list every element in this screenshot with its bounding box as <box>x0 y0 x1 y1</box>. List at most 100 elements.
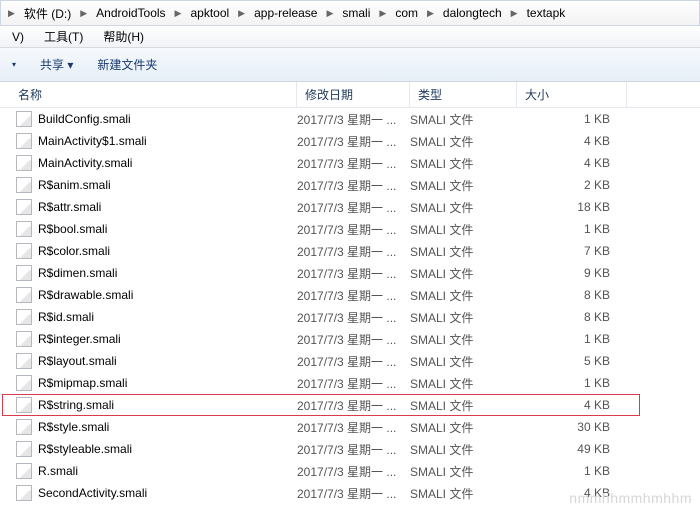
table-row[interactable]: R.smali2017/7/3 星期一 ...SMALI 文件1 KB <box>0 460 700 482</box>
chevron-right-icon[interactable]: ▶ <box>376 8 389 19</box>
table-row[interactable]: R$style.smali2017/7/3 星期一 ...SMALI 文件30 … <box>0 416 700 438</box>
file-type: SMALI 文件 <box>410 353 517 370</box>
column-date[interactable]: 修改日期 <box>297 82 410 107</box>
organize-dropdown[interactable]: ▾ <box>6 56 22 73</box>
file-size: 8 KB <box>517 288 620 302</box>
file-name: R$bool.smali <box>38 222 107 236</box>
table-row[interactable]: R$anim.smali2017/7/3 星期一 ...SMALI 文件2 KB <box>0 174 700 196</box>
new-folder-button[interactable]: 新建文件夹 <box>91 52 163 77</box>
file-type: SMALI 文件 <box>410 243 517 260</box>
table-row[interactable]: R$id.smali2017/7/3 星期一 ...SMALI 文件8 KB <box>0 306 700 328</box>
menu-tools[interactable]: 工具(T) <box>34 26 93 47</box>
table-row[interactable]: R$drawable.smali2017/7/3 星期一 ...SMALI 文件… <box>0 284 700 306</box>
chevron-right-icon[interactable]: ▶ <box>172 8 185 19</box>
file-type: SMALI 文件 <box>410 155 517 172</box>
new-folder-label: 新建文件夹 <box>97 56 157 73</box>
chevron-right-icon[interactable]: ▶ <box>508 8 521 19</box>
file-date: 2017/7/3 星期一 ... <box>297 133 410 150</box>
file-size: 1 KB <box>517 464 620 478</box>
table-row[interactable]: R$string.smali2017/7/3 星期一 ...SMALI 文件4 … <box>0 394 700 416</box>
breadcrumb-segment[interactable]: app-release <box>250 1 321 25</box>
breadcrumb-segment[interactable]: com <box>391 1 422 25</box>
breadcrumb-segment[interactable]: AndroidTools <box>92 1 169 25</box>
breadcrumb-segment[interactable]: smali <box>338 1 374 25</box>
file-date: 2017/7/3 星期一 ... <box>297 265 410 282</box>
file-type: SMALI 文件 <box>410 221 517 238</box>
table-row[interactable]: R$integer.smali2017/7/3 星期一 ...SMALI 文件1… <box>0 328 700 350</box>
table-row[interactable]: R$bool.smali2017/7/3 星期一 ...SMALI 文件1 KB <box>0 218 700 240</box>
file-date: 2017/7/3 星期一 ... <box>297 331 410 348</box>
file-icon <box>16 155 32 171</box>
file-icon <box>16 353 32 369</box>
table-row[interactable]: R$layout.smali2017/7/3 星期一 ...SMALI 文件5 … <box>0 350 700 372</box>
chevron-right-icon[interactable]: ▶ <box>77 8 90 19</box>
column-name[interactable]: 名称 <box>0 82 297 107</box>
file-name: R$id.smali <box>38 310 94 324</box>
table-row[interactable]: MainActivity$1.smali2017/7/3 星期一 ...SMAL… <box>0 130 700 152</box>
file-icon <box>16 265 32 281</box>
chevron-down-icon: ▾ <box>12 60 16 69</box>
file-size: 8 KB <box>517 310 620 324</box>
chevron-right-icon[interactable]: ▶ <box>235 8 248 19</box>
menu-help[interactable]: 帮助(H) <box>93 26 154 47</box>
file-name: BuildConfig.smali <box>38 112 131 126</box>
menu-view[interactable]: V) <box>2 28 34 46</box>
file-icon <box>16 111 32 127</box>
file-type: SMALI 文件 <box>410 199 517 216</box>
file-type: SMALI 文件 <box>410 441 517 458</box>
file-icon <box>16 133 32 149</box>
breadcrumb-segment[interactable]: 软件 (D:) <box>20 1 75 25</box>
chevron-right-icon[interactable]: ▶ <box>424 8 437 19</box>
file-name: R$anim.smali <box>38 178 111 192</box>
file-type: SMALI 文件 <box>410 463 517 480</box>
file-size: 49 KB <box>517 442 620 456</box>
file-icon <box>16 419 32 435</box>
file-name: R$mipmap.smali <box>38 376 127 390</box>
file-name: R$attr.smali <box>38 200 101 214</box>
table-row[interactable]: R$mipmap.smali2017/7/3 星期一 ...SMALI 文件1 … <box>0 372 700 394</box>
file-name: R$drawable.smali <box>38 288 133 302</box>
file-list[interactable]: BuildConfig.smali2017/7/3 星期一 ...SMALI 文… <box>0 108 700 514</box>
file-type: SMALI 文件 <box>410 111 517 128</box>
file-date: 2017/7/3 星期一 ... <box>297 463 410 480</box>
file-name: MainActivity.smali <box>38 156 132 170</box>
file-size: 1 KB <box>517 376 620 390</box>
file-icon <box>16 287 32 303</box>
table-row[interactable]: BuildConfig.smali 2017/7/3 星期一 ...SMALI 文… <box>0 108 700 130</box>
file-size: 18 KB <box>517 200 620 214</box>
file-name: SecondActivity.smali <box>38 486 147 500</box>
file-size: 4 KB <box>517 486 620 500</box>
table-row[interactable]: R$dimen.smali2017/7/3 星期一 ...SMALI 文件9 K… <box>0 262 700 284</box>
file-name: R$styleable.smali <box>38 442 132 456</box>
file-size: 5 KB <box>517 354 620 368</box>
share-button[interactable]: 共享 ▾ <box>34 52 79 77</box>
column-size[interactable]: 大小 <box>517 82 627 107</box>
file-date: 2017/7/3 星期一 ... <box>297 243 410 260</box>
file-type: SMALI 文件 <box>410 331 517 348</box>
chevron-right-icon[interactable]: ▶ <box>323 8 336 19</box>
file-icon <box>16 199 32 215</box>
file-name: MainActivity$1.smali <box>38 134 147 148</box>
file-type: SMALI 文件 <box>410 375 517 392</box>
share-label: 共享 ▾ <box>40 56 73 73</box>
file-date: 2017/7/3 星期一 ... <box>297 199 410 216</box>
table-row[interactable]: R$attr.smali 2017/7/3 星期一 ...SMALI 文件18 K… <box>0 196 700 218</box>
chevron-right-icon[interactable]: ▶ <box>5 8 18 19</box>
file-icon <box>16 485 32 501</box>
breadcrumb-segment[interactable]: dalongtech <box>439 1 506 25</box>
breadcrumb-segment[interactable]: apktool <box>186 1 233 25</box>
breadcrumb-segment[interactable]: textapk <box>523 1 570 25</box>
file-size: 1 KB <box>517 222 620 236</box>
column-type[interactable]: 类型 <box>410 82 517 107</box>
file-date: 2017/7/3 星期一 ... <box>297 397 410 414</box>
file-icon <box>16 177 32 193</box>
file-name: R$color.smali <box>38 244 110 258</box>
file-name: R$dimen.smali <box>38 266 117 280</box>
breadcrumb[interactable]: ▶软件 (D:)▶AndroidTools▶apktool▶app-releas… <box>0 0 700 26</box>
table-row[interactable]: R$color.smali2017/7/3 星期一 ...SMALI 文件7 K… <box>0 240 700 262</box>
table-row[interactable]: MainActivity.smali2017/7/3 星期一 ...SMALI … <box>0 152 700 174</box>
table-row[interactable]: R$styleable.smali2017/7/3 星期一 ...SMALI 文… <box>0 438 700 460</box>
file-date: 2017/7/3 星期一 ... <box>297 111 410 128</box>
table-row[interactable]: SecondActivity.smali2017/7/3 星期一 ...SMAL… <box>0 482 700 504</box>
column-headers: 名称 修改日期 类型 大小 <box>0 82 700 108</box>
